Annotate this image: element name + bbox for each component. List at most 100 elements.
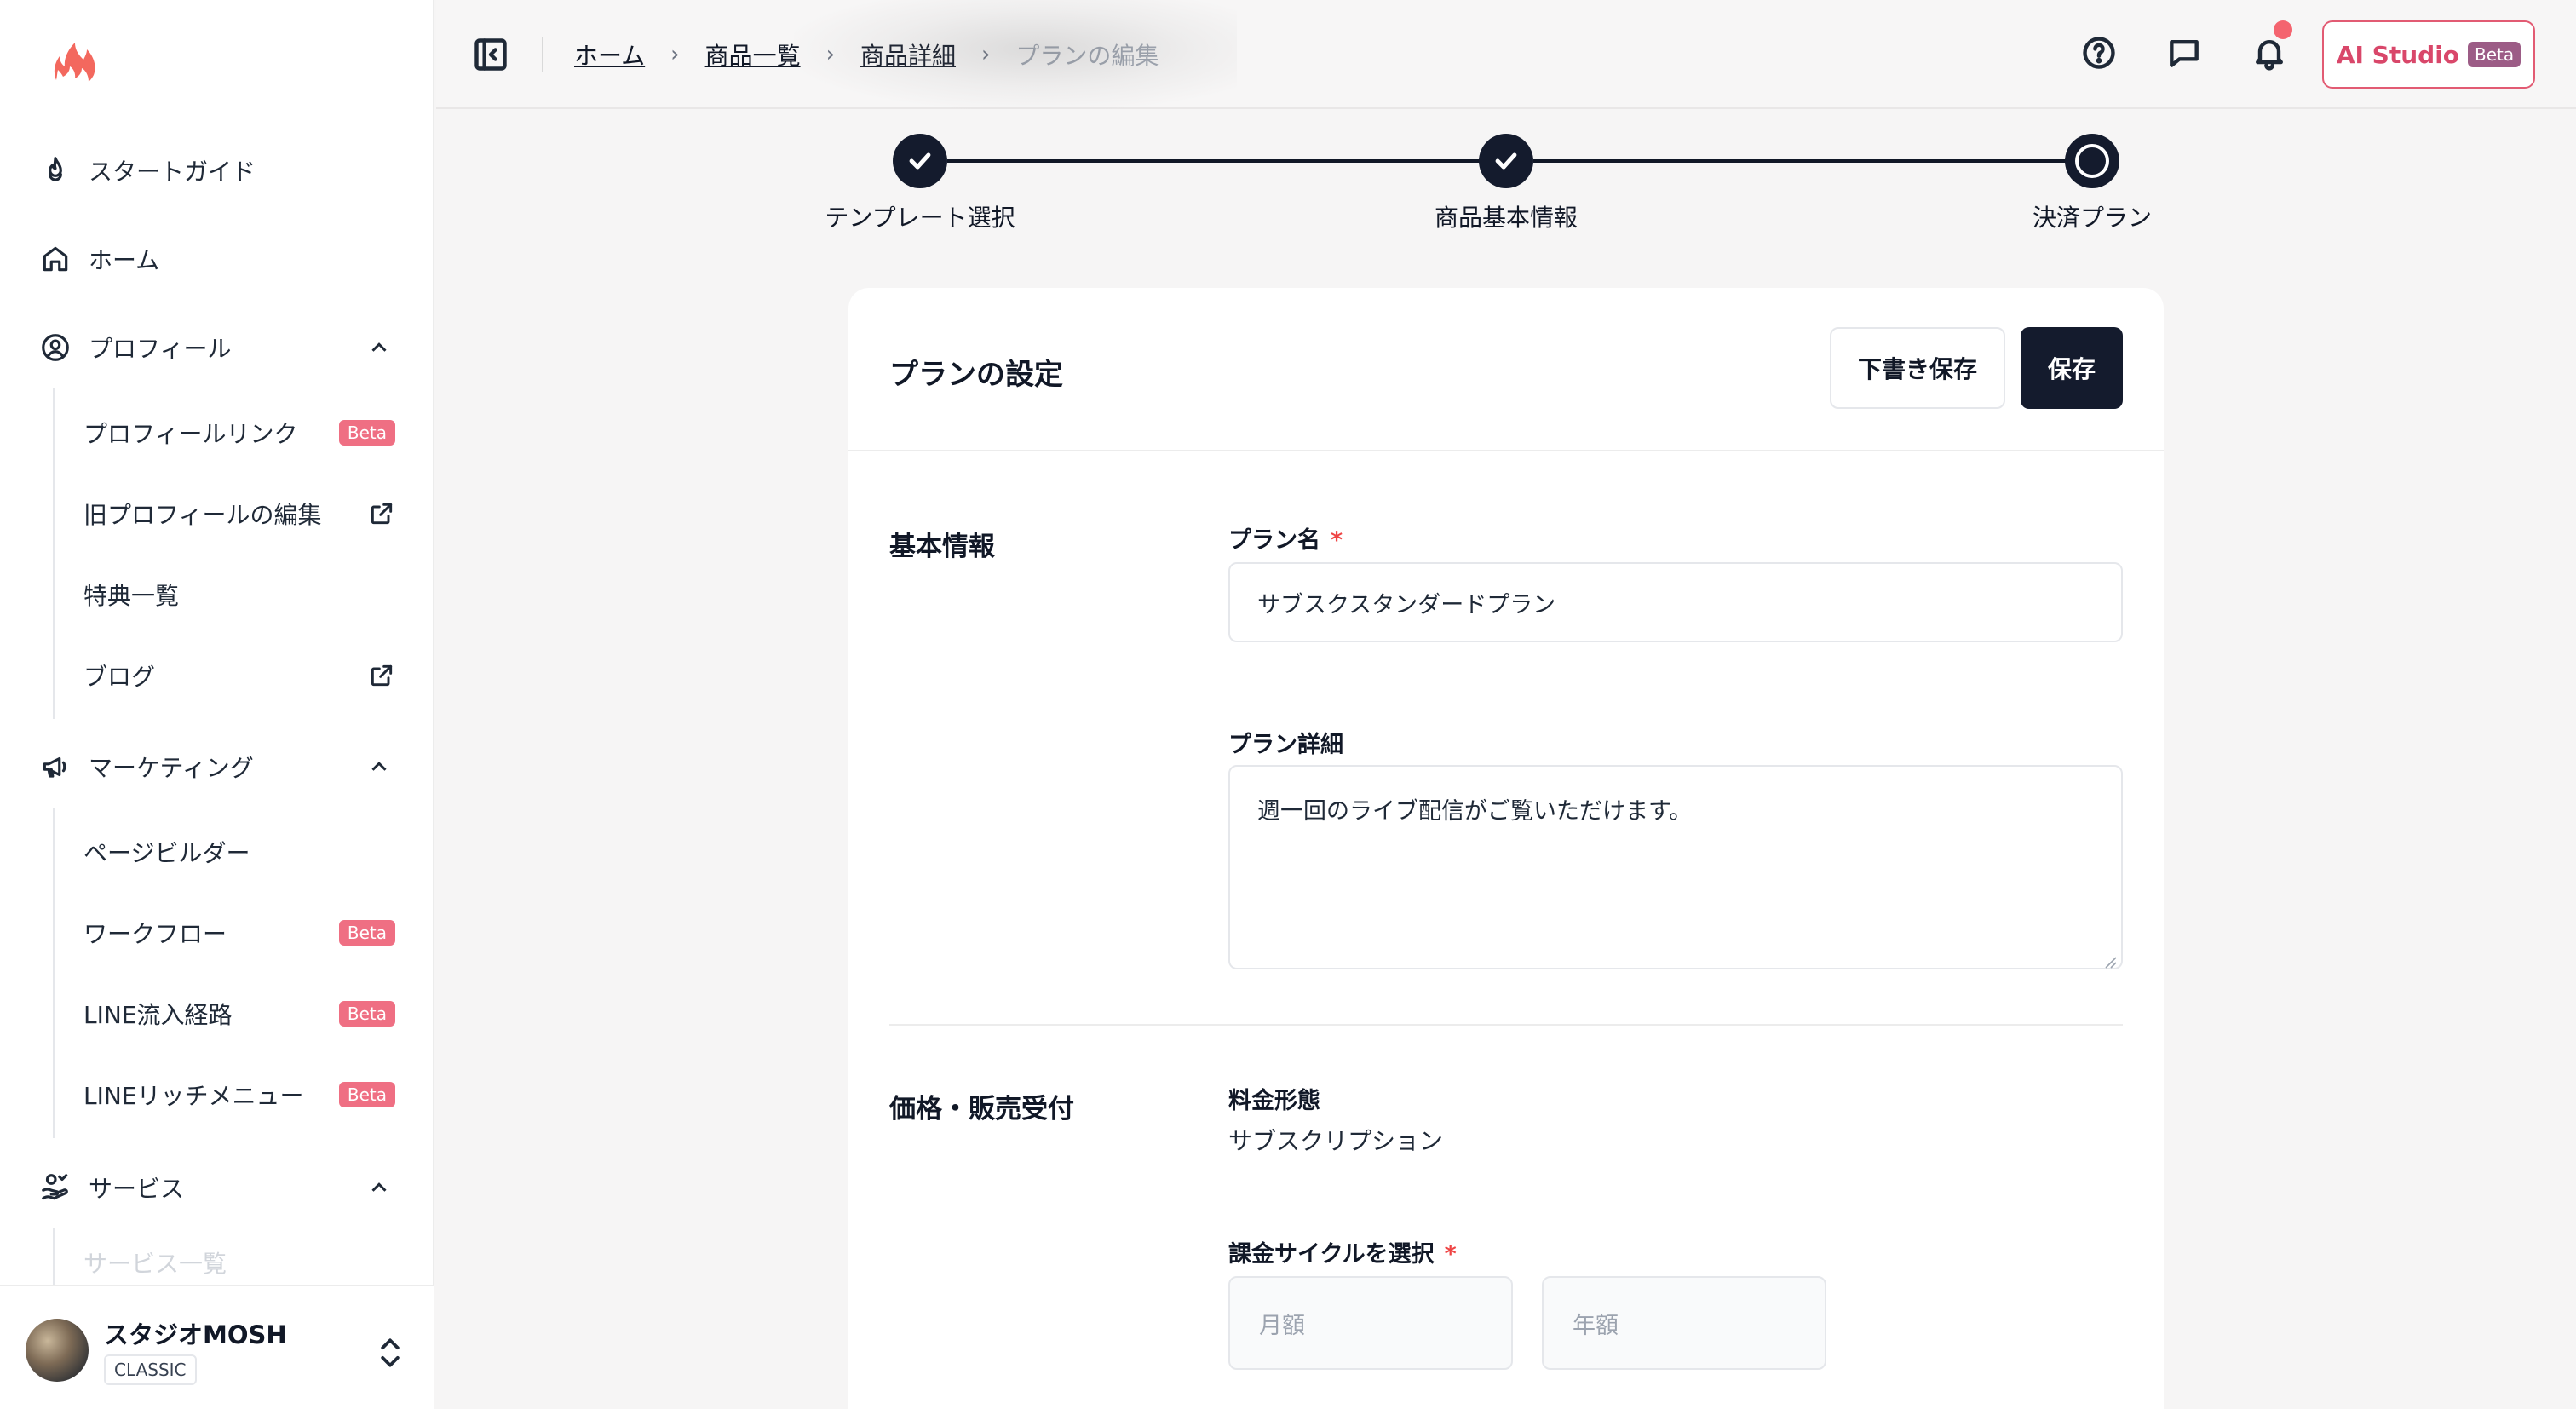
plan-detail-label: プラン詳細	[1228, 732, 1343, 758]
card-header: プランの設定 下書き保存 保存	[848, 288, 2164, 451]
user-circle-icon	[37, 330, 73, 365]
account-switcher[interactable]: スタジオMOSH CLASSIC	[0, 1285, 434, 1409]
beta-badge: Beta	[338, 920, 395, 946]
account-name: スタジオMOSH	[104, 1320, 287, 1349]
billing-cycle-yearly[interactable]: 年額	[1542, 1276, 1826, 1370]
sidebar-item-profile[interactable]: プロフィール	[37, 320, 404, 375]
plan-name-label-text: プラン名	[1228, 527, 1320, 554]
ai-studio-button[interactable]: AI Studio Beta	[2322, 20, 2535, 89]
external-link-icon	[368, 662, 395, 689]
sidebar: スタートガイド ホーム プロフィール プロフィールリンク Beta 旧プロフィー…	[0, 0, 434, 1409]
fee-type-label: 料金形態	[1228, 1088, 1320, 1114]
ai-studio-label: AI Studio	[2336, 40, 2460, 69]
check-icon	[1495, 152, 1517, 170]
chevron-right-icon: ›	[670, 42, 680, 67]
sidebar-subitem-label: プロフィールリンク	[83, 420, 298, 448]
sidebar-item-service[interactable]: サービス	[37, 1160, 404, 1215]
stepper-connector	[1533, 159, 2068, 163]
chevron-up-icon[interactable]	[366, 335, 392, 360]
external-link-icon	[368, 500, 395, 527]
section-title-basic-info: 基本情報	[889, 532, 995, 562]
required-mark: *	[1331, 527, 1343, 554]
breadcrumb: ホーム › 商品一覧 › 商品詳細 › プランの編集	[574, 34, 1159, 75]
current-step-ring-icon	[2075, 144, 2109, 178]
sidebar-subtree-line	[53, 388, 55, 719]
billing-cycle-label-text: 課金サイクルを選択	[1228, 1241, 1435, 1268]
sidebar-item-label: ホーム	[89, 246, 160, 274]
step-2-complete	[1479, 134, 1533, 188]
breadcrumb-home[interactable]: ホーム	[574, 37, 645, 72]
breadcrumb-product-detail[interactable]: 商品詳細	[860, 37, 956, 72]
save-button[interactable]: 保存	[2021, 327, 2123, 409]
plan-name-value: サブスクスタンダードプラン	[1257, 591, 1556, 618]
sidebar-item-start-guide[interactable]: スタートガイド	[37, 143, 404, 198]
sidebar-subitem-benefits[interactable]: 特典一覧	[83, 569, 395, 620]
sidebar-item-label: サービス	[89, 1175, 185, 1203]
sidebar-subitem-label: ブログ	[83, 663, 156, 691]
plan-detail-textarea[interactable]: 週一回のライブ配信がご覧いただけます。	[1228, 765, 2123, 969]
sidebar-subitem-label: サービス一覧	[83, 1250, 227, 1278]
home-icon	[37, 241, 73, 277]
beta-badge: Beta	[338, 1082, 395, 1107]
sidebar-collapse-icon[interactable]	[472, 36, 509, 73]
message-icon[interactable]	[2165, 34, 2206, 75]
beta-badge: Beta	[338, 1001, 395, 1027]
bell-icon[interactable]	[2251, 34, 2291, 75]
sidebar-subtree-line	[53, 1228, 55, 1285]
sidebar-subitem-label: 特典一覧	[83, 582, 180, 610]
step-1-label: テンプレート選択	[825, 204, 1015, 232]
megaphone-icon	[37, 749, 73, 785]
sidebar-subitem-label: LINE流入経路	[83, 1001, 233, 1029]
sidebar-subitem-old-profile-edit[interactable]: 旧プロフィールの編集	[83, 488, 395, 539]
billing-cycle-monthly[interactable]: 月額	[1228, 1276, 1513, 1370]
resize-handle-icon[interactable]	[2102, 949, 2118, 969]
brand-flame-logo-icon[interactable]	[48, 34, 102, 89]
chevron-right-icon: ›	[981, 42, 991, 67]
sidebar-item-label: マーケティング	[89, 754, 254, 782]
sidebar-subitem-label: ページビルダー	[83, 839, 250, 867]
sidebar-item-home[interactable]: ホーム	[37, 232, 404, 286]
sidebar-subitem-profile-link[interactable]: プロフィールリンク Beta	[83, 407, 395, 458]
sidebar-subitem-page-builder[interactable]: ページビルダー	[83, 826, 395, 877]
header-divider	[542, 37, 543, 72]
step-1-complete	[893, 134, 947, 188]
check-icon	[909, 152, 931, 170]
billing-cycle-label: 課金サイクルを選択 *	[1228, 1235, 1457, 1268]
sidebar-subitem-label: 旧プロフィールの編集	[83, 501, 322, 529]
plan-name-label: プラン名 *	[1228, 521, 1343, 555]
plan-detail-value: 週一回のライブ配信がご覧いただけます。	[1257, 798, 1693, 825]
sidebar-item-label: スタートガイド	[89, 158, 256, 186]
sidebar-subitem-line-inflow[interactable]: LINE流入経路 Beta	[83, 988, 395, 1039]
sidebar-subitem-label: ワークフロー	[83, 920, 227, 948]
save-draft-button[interactable]: 下書き保存	[1830, 327, 2005, 409]
sidebar-subitem-blog[interactable]: ブログ	[83, 650, 395, 701]
top-header: ホーム › 商品一覧 › 商品詳細 › プランの編集 AI Studio Bet…	[436, 0, 2576, 109]
section-title-price: 価格・販売受付	[889, 1094, 1074, 1124]
beta-badge: Beta	[2468, 42, 2521, 67]
chevron-up-icon[interactable]	[366, 754, 392, 779]
breadcrumb-current: プランの編集	[1015, 42, 1159, 70]
sidebar-subtree-line	[53, 808, 55, 1138]
breadcrumb-product-list[interactable]: 商品一覧	[705, 37, 801, 72]
flame-icon	[37, 152, 73, 188]
page-title: プランの設定	[889, 358, 1063, 392]
step-3-current	[2065, 134, 2119, 188]
help-icon[interactable]	[2080, 34, 2121, 75]
chevron-up-down-icon[interactable]	[375, 1334, 405, 1372]
hand-service-icon	[37, 1170, 73, 1205]
section-divider	[889, 1024, 2123, 1026]
account-plan-badge: CLASSIC	[104, 1354, 197, 1385]
notification-dot	[2274, 20, 2292, 39]
sidebar-subitem-service-list[interactable]: サービス一覧	[83, 1245, 395, 1285]
sidebar-subitem-line-rich-menu[interactable]: LINEリッチメニュー Beta	[83, 1069, 395, 1120]
stepper-connector	[947, 159, 1482, 163]
avatar	[26, 1319, 89, 1382]
sidebar-item-marketing[interactable]: マーケティング	[37, 739, 404, 794]
sidebar-subitem-label: LINEリッチメニュー	[83, 1082, 304, 1110]
plan-settings-card: プランの設定 下書き保存 保存 基本情報 プラン名 * サブスクスタンダードプラン…	[848, 288, 2164, 1409]
chevron-right-icon: ›	[825, 42, 835, 67]
plan-name-input[interactable]: サブスクスタンダードプラン	[1228, 562, 2123, 642]
chevron-up-icon[interactable]	[366, 1175, 392, 1200]
sidebar-subitem-workflow[interactable]: ワークフロー Beta	[83, 907, 395, 958]
beta-badge: Beta	[338, 420, 395, 446]
